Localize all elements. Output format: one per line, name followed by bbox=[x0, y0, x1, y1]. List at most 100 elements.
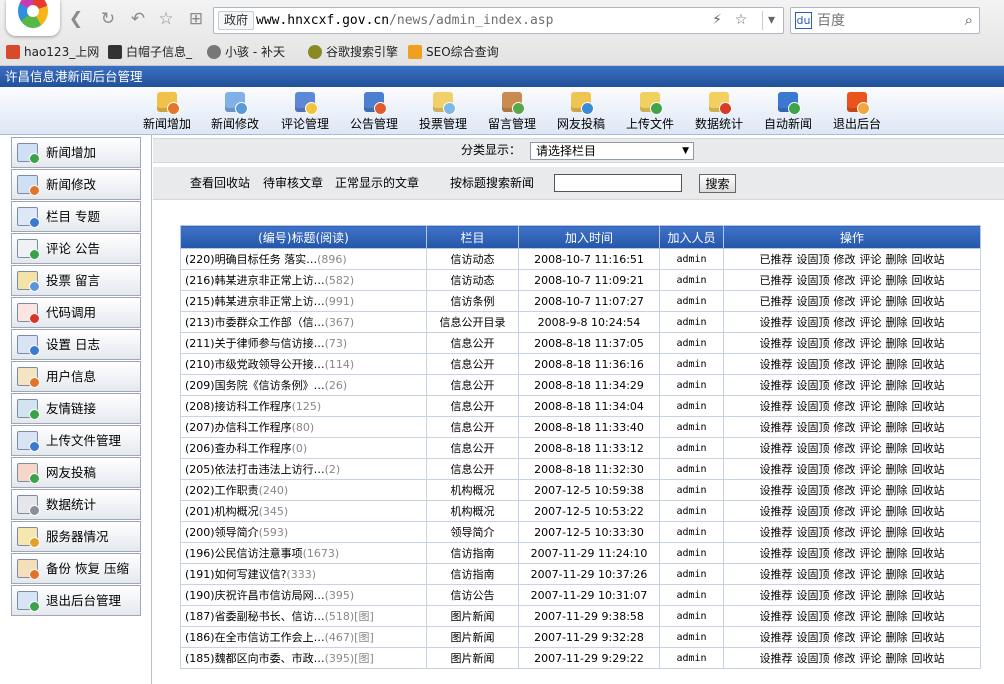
comment-link[interactable]: 评论 bbox=[860, 484, 882, 497]
edit-link[interactable]: 修改 bbox=[834, 568, 856, 581]
pin-top-link[interactable]: 设固顶 bbox=[797, 547, 830, 560]
sidebar-item-code[interactable]: 代码调用 bbox=[11, 297, 141, 328]
comment-link[interactable]: 评论 bbox=[860, 610, 882, 623]
sidebar-item-news-edit[interactable]: 新闻修改 bbox=[11, 169, 141, 200]
comment-link[interactable]: 评论 bbox=[860, 274, 882, 287]
recycle-link[interactable]: 回收站 bbox=[912, 589, 945, 602]
pin-top-link[interactable]: 设固顶 bbox=[797, 652, 830, 665]
news-title[interactable]: (208)接访科工作程序 bbox=[185, 400, 292, 413]
delete-link[interactable]: 删除 bbox=[886, 442, 908, 455]
toolbar-submission[interactable]: 网友投稿 bbox=[555, 89, 607, 133]
news-title[interactable]: (215)韩某进京非正常上访… bbox=[185, 295, 325, 308]
news-title-cell[interactable]: (216)韩某进京非正常上访…(582) bbox=[180, 269, 427, 291]
news-title[interactable]: (196)公民信访注意事项 bbox=[185, 547, 303, 560]
recommend-link[interactable]: 设推荐 bbox=[760, 379, 793, 392]
news-title-cell[interactable]: (206)查办科工作程序(0) bbox=[180, 437, 427, 459]
edit-link[interactable]: 修改 bbox=[834, 505, 856, 518]
bookmark-seo-query[interactable]: SEO综合查询 bbox=[408, 42, 499, 62]
news-title-cell[interactable]: (187)省委副秘书长、信访…(518)[图] bbox=[180, 605, 427, 627]
recycle-link[interactable]: 回收站 bbox=[912, 358, 945, 371]
news-title[interactable]: (191)如何写建议信? bbox=[185, 568, 286, 581]
news-title-cell[interactable]: (220)明确目标任务 落实…(896) bbox=[180, 248, 427, 270]
recycle-link[interactable]: 回收站 bbox=[912, 379, 945, 392]
delete-link[interactable]: 删除 bbox=[886, 568, 908, 581]
recommend-link[interactable]: 已推荐 bbox=[760, 295, 793, 308]
sidebar-item-statistics[interactable]: 数据统计 bbox=[11, 489, 141, 520]
recycle-link[interactable]: 回收站 bbox=[912, 400, 945, 413]
edit-link[interactable]: 修改 bbox=[834, 316, 856, 329]
recycle-link[interactable]: 回收站 bbox=[912, 463, 945, 476]
news-title-cell[interactable]: (210)市级党政领导公开接…(114) bbox=[180, 353, 427, 375]
recommend-link[interactable]: 设推荐 bbox=[760, 484, 793, 497]
news-title-cell[interactable]: (215)韩某进京非正常上访…(991) bbox=[180, 290, 427, 312]
recommend-link[interactable]: 设推荐 bbox=[760, 421, 793, 434]
sidebar-item-settings[interactable]: 设置 日志 bbox=[11, 329, 141, 360]
undo-icon[interactable]: ↶ bbox=[128, 9, 148, 29]
toolbar-notice[interactable]: 公告管理 bbox=[348, 89, 400, 133]
comment-link[interactable]: 评论 bbox=[860, 526, 882, 539]
pin-top-link[interactable]: 设固顶 bbox=[797, 631, 830, 644]
news-title-cell[interactable]: (201)机构概况(345) bbox=[180, 500, 427, 522]
recycle-link[interactable]: 回收站 bbox=[912, 484, 945, 497]
delete-link[interactable]: 删除 bbox=[886, 505, 908, 518]
recycle-link[interactable]: 回收站 bbox=[912, 652, 945, 665]
refresh-icon[interactable]: ↻ bbox=[98, 9, 118, 29]
edit-link[interactable]: 修改 bbox=[834, 610, 856, 623]
delete-link[interactable]: 删除 bbox=[886, 652, 908, 665]
recommend-link[interactable]: 设推荐 bbox=[760, 463, 793, 476]
sidebar-item-vote[interactable]: 投票 留言 bbox=[11, 265, 141, 296]
news-title-cell[interactable]: (186)在全市信访工作会上…(467)[图] bbox=[180, 626, 427, 648]
toolbar-auto-news[interactable]: 自动新闻 bbox=[762, 89, 814, 133]
edit-link[interactable]: 修改 bbox=[834, 421, 856, 434]
pin-top-link[interactable]: 设固顶 bbox=[797, 253, 830, 266]
news-title-cell[interactable]: (185)魏都区向市委、市政…(395)[图] bbox=[180, 647, 427, 669]
bookmark-google-seo[interactable]: 谷歌搜索引擎 bbox=[308, 42, 398, 62]
category-select[interactable]: 请选择栏目 ▼ bbox=[530, 142, 694, 160]
pin-top-link[interactable]: 设固顶 bbox=[797, 337, 830, 350]
pin-top-link[interactable]: 设固顶 bbox=[797, 316, 830, 329]
sidebar-item-upload[interactable]: 上传文件管理 bbox=[11, 425, 141, 456]
comment-link[interactable]: 评论 bbox=[860, 568, 882, 581]
toolbar-upload[interactable]: 上传文件 bbox=[624, 89, 676, 133]
delete-link[interactable]: 删除 bbox=[886, 274, 908, 287]
bookmark-baimaozi[interactable]: 白帽子信息_ bbox=[108, 42, 192, 62]
recommend-link[interactable]: 设推荐 bbox=[760, 358, 793, 371]
news-title-cell[interactable]: (196)公民信访注意事项(1673) bbox=[180, 542, 427, 564]
apps-grid-icon[interactable]: ⊞ bbox=[186, 9, 206, 29]
recycle-link[interactable]: 回收站 bbox=[912, 274, 945, 287]
comment-link[interactable]: 评论 bbox=[860, 442, 882, 455]
news-title[interactable]: (206)查办科工作程序 bbox=[185, 442, 292, 455]
delete-link[interactable]: 删除 bbox=[886, 526, 908, 539]
lightning-icon[interactable]: ⚡ bbox=[708, 11, 726, 30]
recommend-link[interactable]: 已推荐 bbox=[760, 253, 793, 266]
toolbar-statistics[interactable]: 数据统计 bbox=[693, 89, 745, 133]
edit-link[interactable]: 修改 bbox=[834, 358, 856, 371]
edit-link[interactable]: 修改 bbox=[834, 295, 856, 308]
edit-link[interactable]: 修改 bbox=[834, 274, 856, 287]
news-title-cell[interactable]: (190)庆祝许昌市信访局网…(395) bbox=[180, 584, 427, 606]
recommend-link[interactable]: 设推荐 bbox=[760, 568, 793, 581]
news-title[interactable]: (205)依法打击违法上访行… bbox=[185, 463, 325, 476]
recycle-link[interactable]: 回收站 bbox=[912, 337, 945, 350]
toolbar-exit[interactable]: 退出后台 bbox=[831, 89, 883, 133]
comment-link[interactable]: 评论 bbox=[860, 505, 882, 518]
address-bar[interactable]: 政府 www.hnxcxf.gov.cn/news/admin_index.as… bbox=[213, 7, 784, 34]
edit-link[interactable]: 修改 bbox=[834, 547, 856, 560]
sidebar-item-exit[interactable]: 退出后台管理 bbox=[11, 585, 141, 616]
toolbar-vote[interactable]: 投票管理 bbox=[417, 89, 469, 133]
news-title-cell[interactable]: (211)关于律师参与信访接…(73) bbox=[180, 332, 427, 354]
news-title[interactable]: (213)市委群众工作部（信… bbox=[185, 316, 325, 329]
recommend-link[interactable]: 设推荐 bbox=[760, 316, 793, 329]
recycle-link[interactable]: 回收站 bbox=[912, 547, 945, 560]
recycle-link[interactable]: 回收站 bbox=[912, 610, 945, 623]
pin-top-link[interactable]: 设固顶 bbox=[797, 526, 830, 539]
pin-top-link[interactable]: 设固顶 bbox=[797, 358, 830, 371]
comment-link[interactable]: 评论 bbox=[860, 379, 882, 392]
comment-link[interactable]: 评论 bbox=[860, 358, 882, 371]
edit-link[interactable]: 修改 bbox=[834, 589, 856, 602]
delete-link[interactable]: 删除 bbox=[886, 295, 908, 308]
comment-link[interactable]: 评论 bbox=[860, 589, 882, 602]
browser-search-box[interactable]: du ⌕ bbox=[790, 7, 980, 34]
bookmark-hao123[interactable]: hao123_上网 bbox=[6, 42, 99, 62]
news-title[interactable]: (211)关于律师参与信访接… bbox=[185, 337, 325, 350]
